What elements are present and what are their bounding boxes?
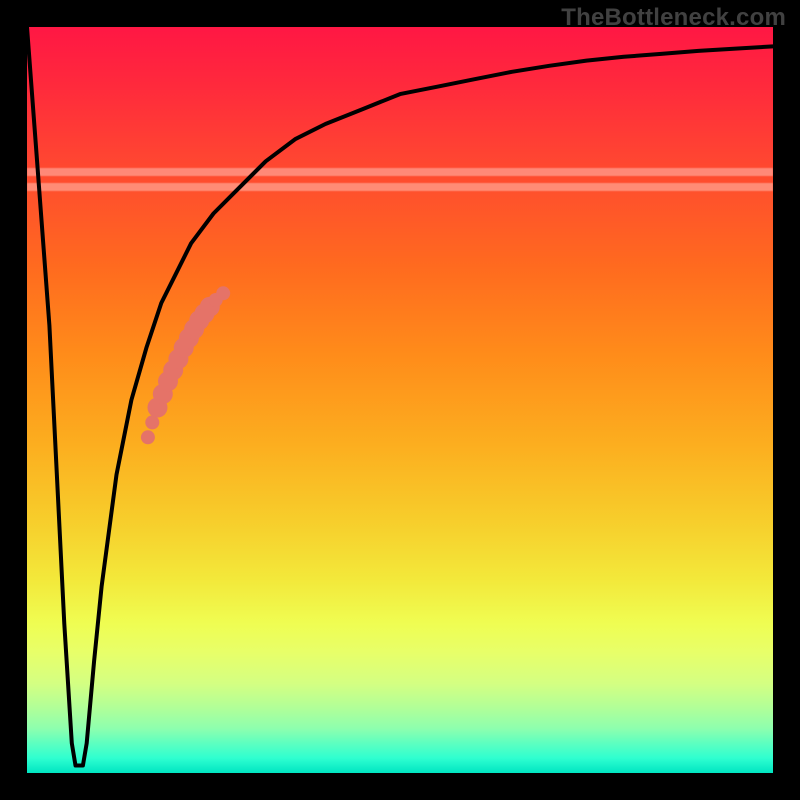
- marker-dot: [216, 286, 230, 300]
- watermark-text: TheBottleneck.com: [561, 4, 786, 32]
- curve-layer: [27, 27, 773, 773]
- marker-group: [141, 286, 230, 444]
- plot-area: [27, 27, 773, 773]
- chart-stage: TheBottleneck.com: [0, 0, 800, 800]
- marker-dot: [145, 415, 159, 429]
- marker-dot: [141, 430, 155, 444]
- bottleneck-curve: [27, 27, 773, 766]
